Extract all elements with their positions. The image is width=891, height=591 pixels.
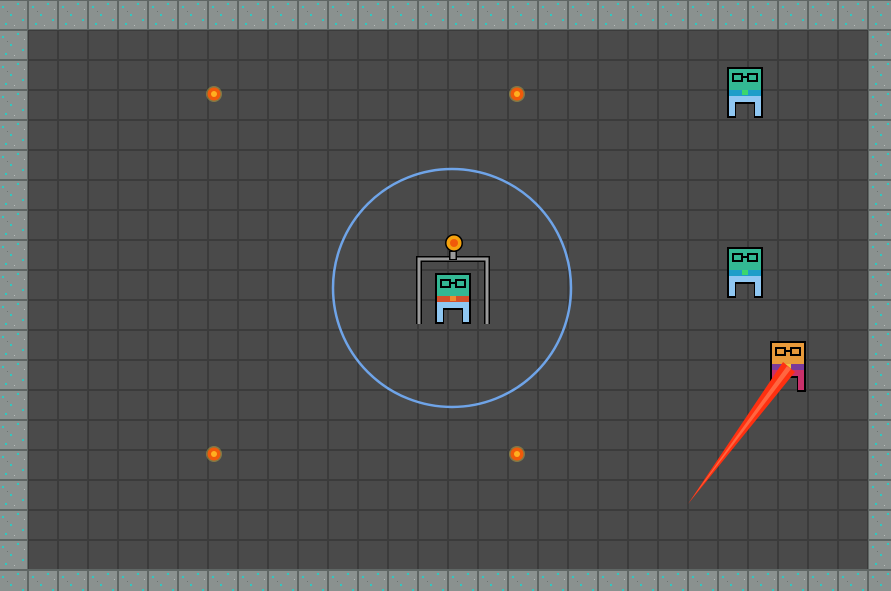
wall-left [0,0,28,591]
game-scene[interactable] [0,0,891,591]
wall-bottom [0,569,891,591]
floor-torch-icon [509,86,525,102]
floor-torch-icon [509,446,525,462]
game-viewport[interactable] [0,0,891,591]
turret-cannon-icon [445,234,463,252]
wall-right [868,0,891,591]
wall-top [0,0,891,30]
floor-torch-icon [206,86,222,102]
floor-torch-icon [206,446,222,462]
